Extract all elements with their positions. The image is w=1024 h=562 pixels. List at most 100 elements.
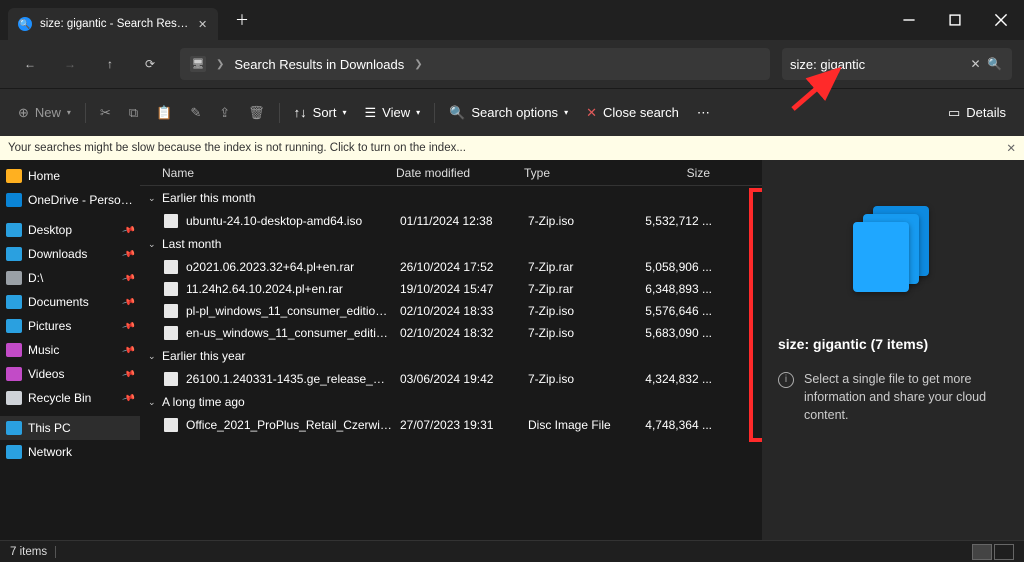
sidebar-item-label: OneDrive - Personal (28, 193, 134, 207)
file-name: o2021.06.2023.32+64.pl+en.rar (186, 260, 392, 274)
status-bar: 7 items (0, 540, 1024, 562)
details-panel: size: gigantic (7 items) i Select a sing… (762, 160, 1024, 540)
share-button[interactable]: ⇪ (211, 97, 238, 129)
separator (279, 103, 280, 123)
file-type: 7-Zip.iso (520, 304, 626, 318)
file-name: en-us_windows_11_consumer_editions_ve... (186, 326, 392, 340)
refresh-button[interactable]: ⟳ (132, 46, 168, 82)
thumbnails-view-toggle[interactable] (994, 544, 1014, 560)
navigation-bar: ← → ↑ ⟳ 🖥 ❯ Search Results in Downloads … (0, 40, 1024, 88)
close-search-button[interactable]: ✕ Close search (578, 97, 687, 129)
toolbar: ⊕ New ▾ ✂ ⧉ 📋 ✎ ⇪ 🗑 ↑↓ Sort ▾ ☰ View ▾ 🔍… (0, 88, 1024, 136)
sidebar-item[interactable]: Home (0, 164, 140, 188)
file-date: 03/06/2024 19:42 (392, 372, 520, 386)
sidebar-item[interactable]: Pictures📌 (0, 314, 140, 338)
group-header[interactable]: ⌄Last month (140, 232, 762, 256)
pin-icon: 📌 (121, 222, 136, 237)
chevron-down-icon: ⌄ (148, 397, 156, 408)
maximize-button[interactable] (932, 0, 978, 40)
sidebar-item-label: Downloads (28, 247, 117, 261)
sidebar-item[interactable]: Music📌 (0, 338, 140, 362)
paste-button[interactable]: 📋 (148, 97, 180, 129)
file-row[interactable]: 11.24h2.64.10.2024.pl+en.rar19/10/2024 1… (140, 278, 762, 300)
file-row[interactable]: pl-pl_windows_11_consumer_editions_ver..… (140, 300, 762, 322)
folder-icon (6, 421, 22, 435)
close-window-button[interactable] (978, 0, 1024, 40)
file-size: 4,748,364 ... (626, 418, 712, 432)
minimize-button[interactable] (886, 0, 932, 40)
details-panel-button[interactable]: ▭ Details (940, 97, 1014, 129)
group-header[interactable]: ⌄ A long time ago (140, 390, 762, 414)
file-type: 7-Zip.iso (520, 326, 626, 340)
pin-icon: 📌 (121, 390, 136, 405)
clear-search-button[interactable]: ✕ (966, 57, 985, 71)
group-header[interactable]: ⌄Earlier this month (140, 186, 762, 210)
file-icon (164, 418, 178, 432)
cut-button[interactable]: ✂ (92, 97, 119, 129)
sidebar-item[interactable]: Desktop📌 (0, 218, 140, 242)
search-box[interactable]: ✕ 🔍 (782, 48, 1012, 80)
sidebar: HomeOneDrive - PersonalDesktop📌Downloads… (0, 160, 140, 540)
sidebar-item[interactable]: OneDrive - Personal (0, 188, 140, 212)
titlebar: 🔍 size: gigantic - Search Results i ✕ ＋ (0, 0, 1024, 40)
file-row[interactable]: Office_2021_ProPlus_Retail_Czerwiec_202.… (140, 414, 762, 436)
view-button[interactable]: ☰ View ▾ (357, 97, 429, 129)
delete-button[interactable]: 🗑 (240, 97, 273, 129)
column-size[interactable]: Size (622, 166, 718, 180)
column-headers: Name Date modified Type Size (140, 160, 762, 186)
back-button[interactable]: ← (12, 46, 48, 82)
copy-button[interactable]: ⧉ (121, 97, 146, 129)
close-tab-button[interactable]: ✕ (198, 18, 208, 31)
sidebar-item[interactable]: This PC (0, 416, 140, 440)
pc-icon: 🖥 (190, 56, 206, 72)
search-input[interactable] (790, 57, 966, 72)
details-title: size: gigantic (7 items) (778, 336, 1008, 352)
column-type[interactable]: Type (516, 166, 622, 180)
up-button[interactable]: ↑ (92, 46, 128, 82)
sidebar-item[interactable]: Downloads📌 (0, 242, 140, 266)
sidebar-item[interactable]: Documents📌 (0, 290, 140, 314)
breadcrumb-segment[interactable]: Search Results in Downloads (234, 57, 404, 72)
search-options-button[interactable]: 🔍 Search options ▾ (441, 97, 576, 129)
group-header[interactable]: ⌄Earlier this year (140, 344, 762, 368)
breadcrumb[interactable]: 🖥 ❯ Search Results in Downloads ❯ (180, 48, 770, 80)
pin-icon: 📌 (121, 294, 136, 309)
pin-icon: 📌 (121, 270, 136, 285)
sidebar-item-label: Network (28, 445, 134, 459)
index-warning-bar[interactable]: Your searches might be slow because the … (0, 136, 1024, 160)
rename-button[interactable]: ✎ (182, 97, 209, 129)
file-row[interactable]: 26100.1.240331-1435.ge_release_CLIENT_..… (140, 368, 762, 390)
more-button[interactable]: ⋯ (689, 97, 718, 129)
file-size: 5,576,646 ... (626, 304, 712, 318)
sidebar-item-label: Music (28, 343, 117, 357)
window-tab[interactable]: 🔍 size: gigantic - Search Results i ✕ (8, 8, 218, 40)
folder-icon (6, 319, 22, 333)
file-date: 26/10/2024 17:52 (392, 260, 520, 274)
file-icon (164, 214, 178, 228)
separator (55, 546, 56, 558)
column-date[interactable]: Date modified (388, 166, 516, 180)
sidebar-item[interactable]: Network (0, 440, 140, 464)
file-size: 6,348,893 ... (626, 282, 712, 296)
group-label: A long time ago (162, 395, 245, 409)
item-count: 7 items (10, 546, 47, 558)
sidebar-item[interactable]: Videos📌 (0, 362, 140, 386)
file-row[interactable]: o2021.06.2023.32+64.pl+en.rar26/10/2024 … (140, 256, 762, 278)
sidebar-item[interactable]: D:\📌 (0, 266, 140, 290)
column-name[interactable]: Name (140, 166, 388, 180)
forward-button[interactable]: → (52, 46, 88, 82)
details-view-toggle[interactable] (972, 544, 992, 560)
new-tab-button[interactable]: ＋ (228, 10, 256, 30)
sidebar-item[interactable]: Recycle Bin📌 (0, 386, 140, 410)
file-row[interactable]: ubuntu-24.10-desktop-amd64.iso01/11/2024… (140, 210, 762, 232)
file-list: Name Date modified Type Size ⌄Earlier th… (140, 160, 762, 540)
search-icon[interactable]: 🔍 (985, 57, 1004, 71)
new-button[interactable]: ⊕ New ▾ (10, 97, 79, 129)
sidebar-item-label: Videos (28, 367, 117, 381)
group-label: Earlier this year (162, 349, 245, 363)
search-icon: 🔍 (18, 17, 32, 31)
close-warning-button[interactable]: ✕ (1006, 141, 1016, 155)
file-row[interactable]: en-us_windows_11_consumer_editions_ve...… (140, 322, 762, 344)
sort-button[interactable]: ↑↓ Sort ▾ (286, 97, 355, 129)
folder-icon (6, 271, 22, 285)
